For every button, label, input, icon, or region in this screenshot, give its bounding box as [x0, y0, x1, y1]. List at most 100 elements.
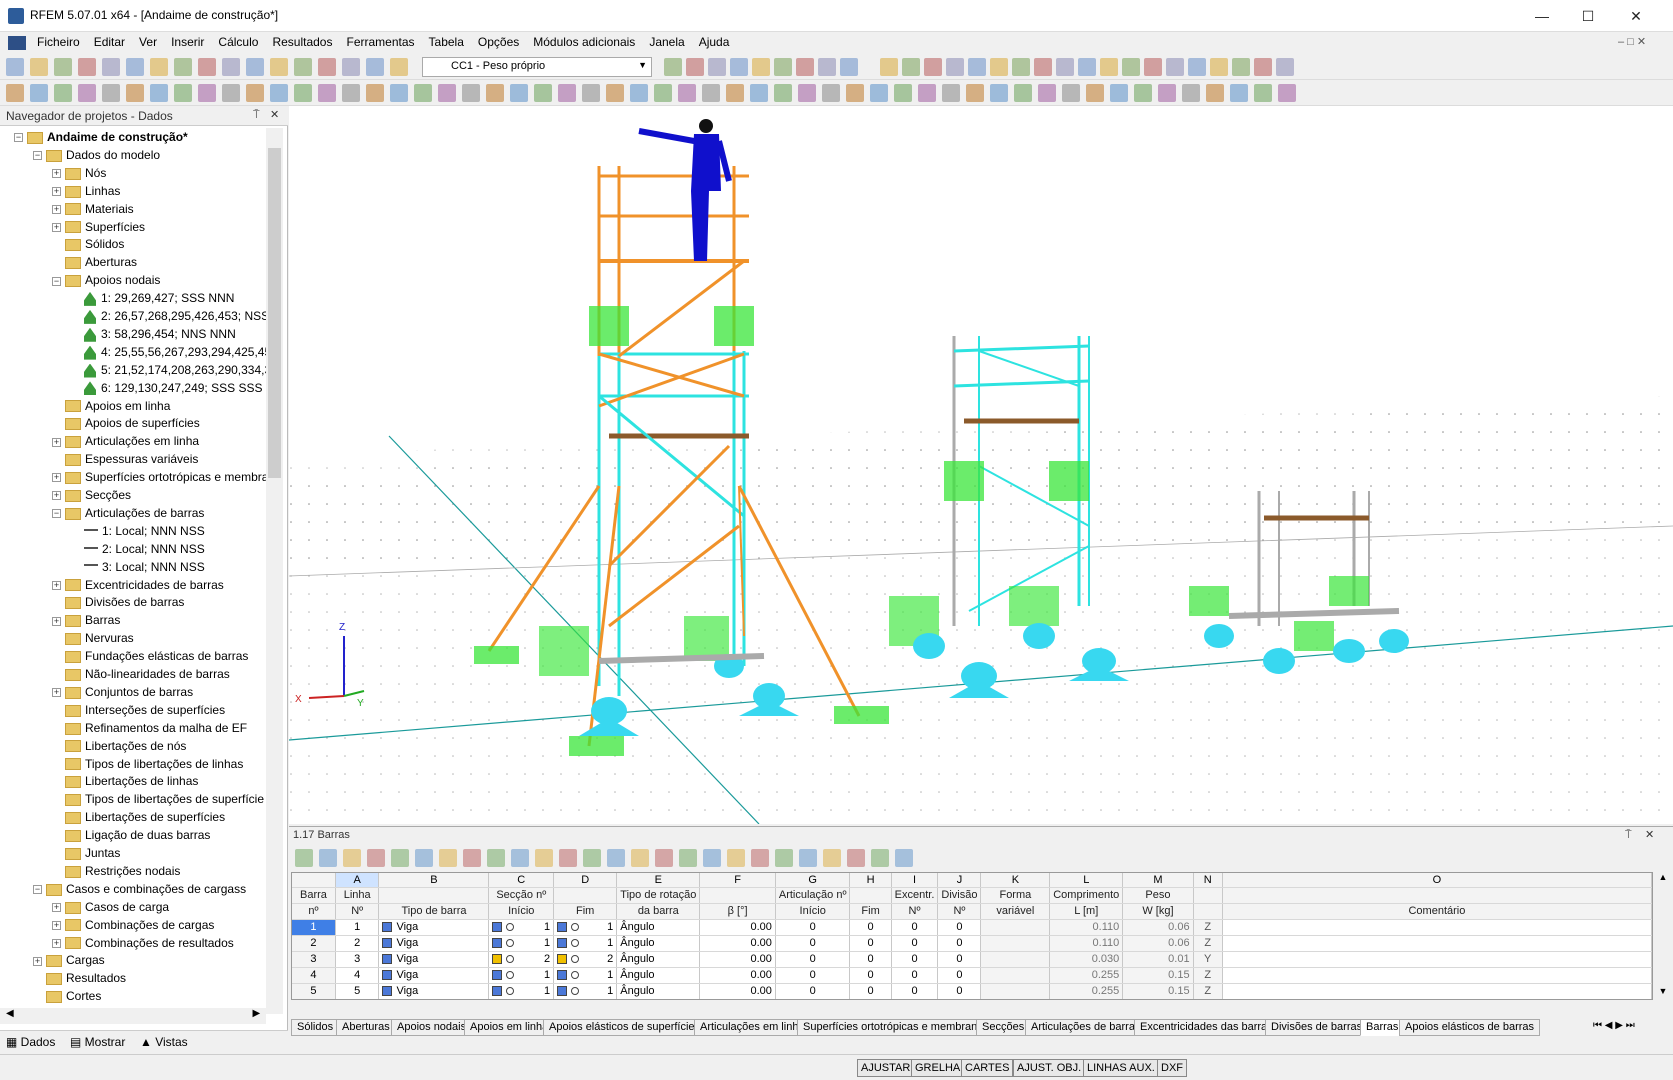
- column-letter[interactable]: E: [616, 873, 701, 888]
- eccentricity-cell[interactable]: 0: [891, 983, 939, 999]
- toolbar-button-icon[interactable]: [1254, 58, 1272, 76]
- tree-item[interactable]: − Andaime de construção*: [14, 128, 188, 146]
- tree-item[interactable]: 3: Local; NNN NSS: [71, 558, 205, 576]
- menu-item-0[interactable]: Ficheiro: [30, 32, 87, 52]
- column-letter[interactable]: N: [1193, 873, 1223, 888]
- tree-item[interactable]: + Excentricidades de barras: [52, 576, 224, 594]
- toolbar-button-icon[interactable]: [510, 84, 528, 102]
- tree-item[interactable]: Libertações de nós: [52, 737, 186, 755]
- hinge-start-cell[interactable]: 0: [775, 967, 851, 984]
- maximize-button[interactable]: ☐: [1565, 0, 1611, 32]
- section-start-cell[interactable]: 1: [488, 935, 555, 952]
- table-row[interactable]: 2 2 Viga 1 1 Ângulo 0.00 0 0 0 0 0.110 0.06 Z: [292, 935, 1652, 952]
- toolbar-button-icon[interactable]: [54, 58, 72, 76]
- column-letter[interactable]: G: [775, 873, 851, 888]
- tree-item[interactable]: − Articulações de barras: [52, 504, 204, 522]
- toolbar-button-icon[interactable]: [1210, 58, 1228, 76]
- toolbar-button-icon[interactable]: [1232, 58, 1250, 76]
- tree-item[interactable]: Tipos de libertações de linhas: [52, 755, 243, 773]
- toolbar-button-icon[interactable]: [880, 58, 898, 76]
- line-cell[interactable]: 4: [335, 967, 380, 984]
- pin-icon[interactable]: ⍑: [253, 109, 260, 122]
- table-tab[interactable]: Superfícies ortotrópicas e membranas: [797, 1019, 995, 1036]
- close-icon[interactable]: ✕: [1645, 828, 1654, 841]
- tree-item[interactable]: Restrições nodais: [52, 862, 180, 880]
- section-end-cell[interactable]: 1: [553, 967, 618, 984]
- comment-cell[interactable]: [1222, 951, 1652, 968]
- table-toolbar-icon[interactable]: [559, 849, 577, 867]
- toolbar-button-icon[interactable]: [270, 84, 288, 102]
- tree-item[interactable]: 3: 58,296,454; NNS NNN: [71, 325, 236, 343]
- row-number[interactable]: 4: [292, 967, 336, 984]
- column-letter[interactable]: K: [980, 873, 1051, 888]
- tree-item[interactable]: + Materiais: [52, 200, 134, 218]
- expander-icon[interactable]: +: [52, 169, 61, 179]
- tree-item[interactable]: + Articulações em linha: [52, 432, 199, 450]
- toolbar-button-icon[interactable]: [1038, 84, 1056, 102]
- table-toolbar-icon[interactable]: [487, 849, 505, 867]
- navigator-hscroll[interactable]: ◀ ▶: [0, 1008, 266, 1024]
- members-table[interactable]: A B C D E F G H I J K L M N O Barra Linha Secção nº Tipo d…: [291, 872, 1653, 1000]
- line-cell[interactable]: 2: [335, 935, 380, 952]
- beta-cell[interactable]: 0.00: [699, 983, 776, 999]
- table-toolbar-icon[interactable]: [415, 849, 433, 867]
- column-letter[interactable]: L: [1049, 873, 1124, 888]
- toolbar-button-icon[interactable]: [342, 84, 360, 102]
- toolbar-button-icon[interactable]: [174, 84, 192, 102]
- table-toolbar-icon[interactable]: [871, 849, 889, 867]
- tree-item[interactable]: Apoios de superfícies: [52, 414, 200, 432]
- table-row[interactable]: 5 5 Viga 1 1 Ângulo 0.00 0 0 0 0 0.255 0.15 Z: [292, 983, 1652, 999]
- table-tab[interactable]: Divisões de barras: [1265, 1019, 1369, 1036]
- close-button[interactable]: ✕: [1613, 0, 1659, 32]
- toolbar-button-icon[interactable]: [246, 84, 264, 102]
- menu-item-2[interactable]: Ver: [132, 32, 164, 52]
- toolbar-button-icon[interactable]: [654, 84, 672, 102]
- column-letter[interactable]: O: [1222, 873, 1652, 888]
- table-tab[interactable]: Articulações de barras: [1025, 1019, 1147, 1036]
- expander-icon[interactable]: −: [14, 133, 23, 143]
- table-toolbar-icon[interactable]: [631, 849, 649, 867]
- table-toolbar-icon[interactable]: [463, 849, 481, 867]
- taper-cell[interactable]: [980, 951, 1051, 968]
- toolbar-button-icon[interactable]: [1012, 58, 1030, 76]
- toolbar-button-icon[interactable]: [534, 84, 552, 102]
- hinge-start-cell[interactable]: 0: [775, 919, 851, 936]
- minimize-button[interactable]: —: [1519, 0, 1565, 32]
- table-toolbar-icon[interactable]: [703, 849, 721, 867]
- toolbar-button-icon[interactable]: [150, 58, 168, 76]
- division-cell[interactable]: 0: [937, 967, 982, 984]
- table-toolbar-icon[interactable]: [823, 849, 841, 867]
- column-letter[interactable]: D: [553, 873, 618, 888]
- column-letter[interactable]: A: [335, 873, 380, 888]
- toolbar-button-icon[interactable]: [198, 84, 216, 102]
- toolbar-button-icon[interactable]: [846, 84, 864, 102]
- menu-item-7[interactable]: Tabela: [422, 32, 471, 52]
- status-toggle-3[interactable]: AJUST. OBJ.: [1013, 1059, 1086, 1077]
- eccentricity-cell[interactable]: 0: [891, 935, 939, 952]
- hinge-start-cell[interactable]: 0: [775, 983, 851, 999]
- table-tab[interactable]: Apoios elásticos de superfícies: [543, 1019, 707, 1036]
- rotation-type-cell[interactable]: Ângulo: [616, 919, 701, 936]
- table-row[interactable]: 3 3 Viga 2 2 Ângulo 0.00 0 0 0 0 0.030 0.01 Y: [292, 951, 1652, 968]
- eccentricity-cell[interactable]: 0: [891, 967, 939, 984]
- expander-icon[interactable]: +: [52, 938, 61, 948]
- tree-item[interactable]: Nervuras: [52, 629, 134, 647]
- expander-icon[interactable]: −: [52, 509, 61, 519]
- toolbar-button-icon[interactable]: [1062, 84, 1080, 102]
- status-toggle-2[interactable]: CARTES: [961, 1059, 1014, 1077]
- tree-item[interactable]: − Dados do modelo: [33, 146, 160, 164]
- toolbar-button-icon[interactable]: [150, 84, 168, 102]
- toolbar-button-icon[interactable]: [1086, 84, 1104, 102]
- hinge-end-cell[interactable]: 0: [849, 951, 892, 968]
- tree-item[interactable]: Libertações de superfícies: [52, 808, 225, 826]
- toolbar-button-icon[interactable]: [894, 84, 912, 102]
- table-tab[interactable]: Secções: [976, 1019, 1031, 1036]
- toolbar-button-icon[interactable]: [198, 58, 216, 76]
- toolbar-button-icon[interactable]: [664, 58, 682, 76]
- table-tab[interactable]: Apoios nodais: [391, 1019, 473, 1036]
- toolbar-button-icon[interactable]: [686, 58, 704, 76]
- tree-item[interactable]: Tipos de libertações de superfície: [52, 790, 264, 808]
- close-icon[interactable]: ✕: [270, 108, 279, 121]
- column-letter[interactable]: I: [891, 873, 939, 888]
- taper-cell[interactable]: [980, 967, 1051, 984]
